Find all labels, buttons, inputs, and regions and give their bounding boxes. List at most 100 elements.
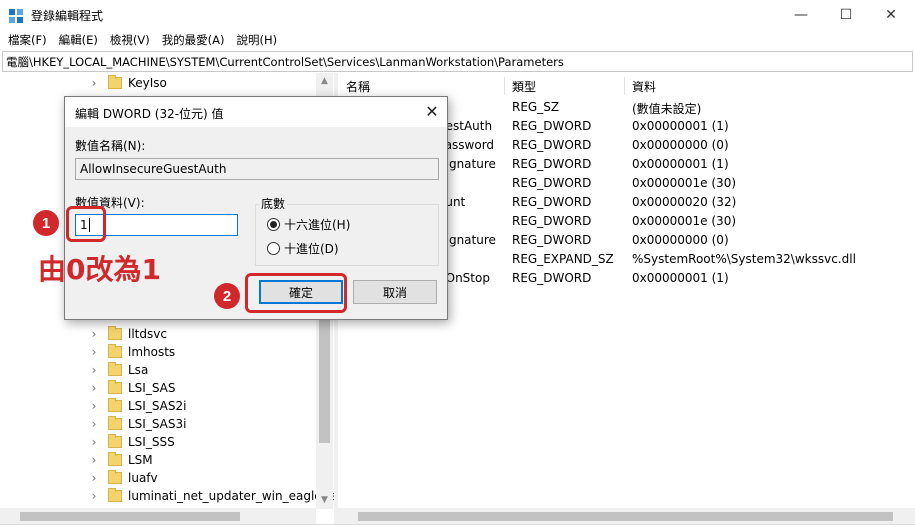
value-data: 0x00000020 (32) bbox=[632, 195, 737, 209]
folder-icon bbox=[108, 452, 122, 466]
cancel-button[interactable]: 取消 bbox=[353, 280, 437, 304]
annotation-note: 由0改為1 bbox=[38, 253, 161, 286]
window-title: 登錄編輯程式 bbox=[31, 9, 104, 23]
value-type: REG_DWORD bbox=[512, 138, 592, 152]
chevron-right-icon[interactable]: › bbox=[88, 381, 100, 395]
value-type: REG_DWORD bbox=[512, 214, 592, 228]
value-type: REG_DWORD bbox=[512, 195, 592, 209]
folder-icon bbox=[108, 398, 122, 412]
folder-icon bbox=[108, 380, 122, 394]
radio-hex-label: 十六進位(H) bbox=[284, 218, 351, 232]
value-data: %SystemRoot%\System32\wkssvc.dll bbox=[632, 252, 856, 266]
tree-item[interactable]: › LSI_SSS bbox=[88, 433, 175, 451]
values-horizontal-scrollbar[interactable] bbox=[338, 508, 915, 525]
address-bar[interactable]: 電腦\HKEY_LOCAL_MACHINE\SYSTEM\CurrentCont… bbox=[2, 51, 913, 72]
chevron-right-icon[interactable]: › bbox=[88, 76, 100, 90]
value-type: REG_DWORD bbox=[512, 271, 592, 285]
tree-horizontal-scrollbar[interactable] bbox=[0, 508, 316, 525]
value-data: 0x00000000 (0) bbox=[632, 233, 729, 247]
tree-item-label: luminati_net_updater_win_eaglege bbox=[128, 489, 334, 503]
annotation-highlight-ok-button bbox=[245, 273, 347, 313]
tree-item[interactable]: › KeyIso bbox=[88, 74, 167, 92]
column-divider[interactable] bbox=[624, 77, 625, 95]
tree-item[interactable]: › LSI_SAS3i bbox=[88, 415, 186, 433]
annotation-step-1-badge: 1 bbox=[33, 210, 59, 236]
chevron-right-icon[interactable]: › bbox=[88, 489, 100, 503]
scroll-up-icon[interactable]: ▲ bbox=[316, 73, 333, 90]
chevron-right-icon[interactable]: › bbox=[88, 399, 100, 413]
radio-unchecked-icon bbox=[267, 242, 280, 255]
close-icon: ✕ bbox=[425, 102, 439, 121]
title-bar: 登錄編輯程式 — ☐ ✕ bbox=[0, 0, 915, 30]
maximize-icon: ☐ bbox=[839, 7, 853, 23]
folder-icon bbox=[108, 434, 122, 448]
value-type: REG_DWORD bbox=[512, 233, 592, 247]
chevron-right-icon[interactable]: › bbox=[88, 363, 100, 377]
value-type: REG_SZ bbox=[512, 100, 560, 114]
value-name-label: 數值名稱(N): bbox=[75, 139, 146, 153]
tree-item[interactable]: › lltdsvc bbox=[88, 325, 167, 343]
column-divider[interactable] bbox=[504, 77, 505, 95]
tree-item-label: LSM bbox=[128, 453, 153, 467]
radio-decimal[interactable]: 十進位(D) bbox=[267, 240, 339, 257]
folder-icon bbox=[108, 470, 122, 484]
value-name-field[interactable]: AllowInsecureGuestAuth bbox=[75, 158, 439, 180]
scroll-thumb[interactable] bbox=[20, 512, 240, 521]
close-button[interactable]: ✕ bbox=[868, 0, 914, 30]
chevron-right-icon[interactable]: › bbox=[88, 327, 100, 341]
column-header-name[interactable]: 名稱 bbox=[346, 76, 370, 96]
folder-icon bbox=[108, 75, 122, 89]
chevron-right-icon[interactable]: › bbox=[88, 471, 100, 485]
value-data: 0x00000001 (1) bbox=[632, 271, 729, 285]
dialog-close-button[interactable]: ✕ bbox=[421, 101, 443, 123]
tree-item[interactable]: › LSM bbox=[88, 451, 153, 469]
value-data: 0x00000000 (0) bbox=[632, 138, 729, 152]
folder-icon bbox=[108, 362, 122, 376]
value-type: REG_EXPAND_SZ bbox=[512, 252, 614, 266]
menu-help[interactable]: 說明(H) bbox=[233, 32, 282, 48]
minimize-icon: — bbox=[794, 7, 808, 23]
tree-item-label: LSI_SAS3i bbox=[128, 417, 187, 431]
tree-item[interactable]: › LSI_SAS2i bbox=[88, 397, 186, 415]
close-icon: ✕ bbox=[885, 7, 897, 23]
folder-icon bbox=[108, 344, 122, 358]
menu-view[interactable]: 檢視(V) bbox=[106, 32, 154, 48]
scroll-down-icon[interactable]: ▼ bbox=[316, 492, 333, 509]
tree-item-label: lmhosts bbox=[128, 345, 176, 359]
value-data: 0x0000001e (30) bbox=[632, 214, 737, 228]
minimize-button[interactable]: — bbox=[778, 0, 824, 30]
tree-item-label: luafv bbox=[128, 471, 158, 485]
chevron-right-icon[interactable]: › bbox=[88, 417, 100, 431]
radio-hexadecimal[interactable]: 十六進位(H) bbox=[267, 216, 350, 233]
tree-item[interactable]: › lmhosts bbox=[88, 343, 175, 361]
maximize-button[interactable]: ☐ bbox=[823, 0, 869, 30]
value-type: REG_DWORD bbox=[512, 119, 592, 133]
chevron-right-icon[interactable]: › bbox=[88, 435, 100, 449]
scroll-thumb[interactable] bbox=[319, 313, 330, 443]
tree-item-label: LSI_SSS bbox=[128, 435, 175, 449]
folder-icon bbox=[108, 326, 122, 340]
tree-item[interactable]: › luafv bbox=[88, 469, 158, 487]
base-label: 底數 bbox=[259, 195, 288, 212]
value-data: (數值未設定) bbox=[632, 102, 702, 116]
column-header-data[interactable]: 資料 bbox=[632, 76, 656, 96]
tree-item-label: Lsa bbox=[128, 363, 149, 377]
tree-item[interactable]: › LSI_SAS bbox=[88, 379, 176, 397]
menu-bar: 檔案(F) 編輯(E) 檢視(V) 我的最愛(A) 說明(H) bbox=[0, 30, 915, 50]
annotation-step-2-badge: 2 bbox=[214, 283, 240, 309]
scroll-thumb[interactable] bbox=[358, 512, 893, 521]
radio-dec-label: 十進位(D) bbox=[284, 242, 339, 256]
folder-icon bbox=[108, 488, 122, 502]
menu-favorites[interactable]: 我的最愛(A) bbox=[158, 32, 229, 48]
menu-file[interactable]: 檔案(F) bbox=[4, 32, 51, 48]
tree-item[interactable]: › Lsa bbox=[88, 361, 148, 379]
chevron-right-icon[interactable]: › bbox=[88, 453, 100, 467]
value-data: 0x00000001 (1) bbox=[632, 119, 729, 133]
chevron-right-icon[interactable]: › bbox=[88, 345, 100, 359]
tree-item[interactable]: › luminati_net_updater_win_eaglege bbox=[88, 487, 334, 505]
value-type: REG_DWORD bbox=[512, 157, 592, 171]
tree-item-label: LSI_SAS bbox=[128, 381, 176, 395]
column-header-type[interactable]: 類型 bbox=[512, 76, 536, 96]
menu-edit[interactable]: 編輯(E) bbox=[55, 32, 102, 48]
radio-checked-icon bbox=[267, 218, 280, 231]
